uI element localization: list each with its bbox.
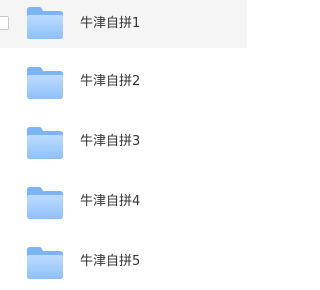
folder-icon xyxy=(26,246,64,280)
folder-icon xyxy=(26,6,64,40)
file-name[interactable]: 牛津自拼4 xyxy=(80,194,140,210)
file-name[interactable]: 牛津自拼5 xyxy=(80,254,140,270)
file-row[interactable]: 牛津自拼5 xyxy=(0,237,247,287)
row-checkbox[interactable] xyxy=(0,16,9,30)
folder-icon xyxy=(26,66,64,100)
file-row[interactable]: 牛津自拼1 xyxy=(0,0,247,48)
file-name[interactable]: 牛津自拼1 xyxy=(80,16,140,32)
folder-icon xyxy=(26,126,64,160)
file-row[interactable]: 牛津自拼4 xyxy=(0,177,247,227)
file-row[interactable]: 牛津自拼3 xyxy=(0,117,247,167)
file-name[interactable]: 牛津自拼3 xyxy=(80,134,140,150)
file-name[interactable]: 牛津自拼2 xyxy=(80,74,140,90)
file-row[interactable]: 牛津自拼2 xyxy=(0,57,247,107)
folder-icon xyxy=(26,186,64,220)
file-list: 牛津自拼1 牛津自拼2 牛津自拼3 牛津自拼4 牛津自拼5 xyxy=(0,0,247,290)
